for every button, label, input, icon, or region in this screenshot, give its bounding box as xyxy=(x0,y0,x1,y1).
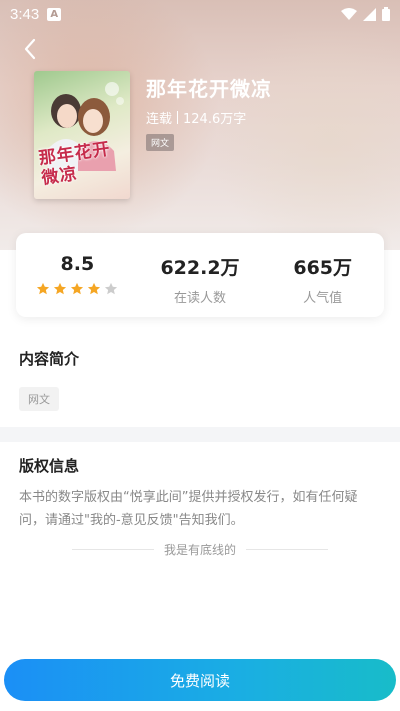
book-title: 那年花开微凉 xyxy=(146,77,272,101)
free-read-button[interactable]: 免费阅读 xyxy=(4,659,396,701)
readers-value: 622.2万 xyxy=(160,257,240,279)
divider-line-right xyxy=(246,549,329,550)
chevron-left-icon xyxy=(24,38,36,60)
divider-line-left xyxy=(72,549,154,550)
star-empty-icon xyxy=(105,282,118,295)
meta-separator xyxy=(177,111,179,124)
star-filled-icon xyxy=(88,282,101,295)
readers-label: 在读人数 xyxy=(174,291,227,306)
battery-icon xyxy=(382,7,390,21)
popularity-value: 665万 xyxy=(293,257,353,279)
rating-value: 8.5 xyxy=(60,253,95,275)
readers-stat: 622.2万 在读人数 xyxy=(139,233,262,317)
copyright-text: 本书的数字版权由“悦享此间”提供并授权发行，如有任何疑问，请通过"我的-意见反馈… xyxy=(19,490,358,528)
back-button[interactable] xyxy=(18,36,42,62)
book-meta: 连载 124.6万字 xyxy=(146,108,246,127)
rating-stat: 8.5 xyxy=(16,233,139,317)
intro-tag[interactable]: 网文 xyxy=(19,387,59,411)
book-word-count: 124.6万字 xyxy=(183,112,247,127)
book-cover[interactable]: 那年花开微凉 xyxy=(34,71,130,199)
copyright-section-title: 版权信息 xyxy=(19,457,80,475)
status-icons xyxy=(341,7,390,21)
section-divider xyxy=(0,427,400,442)
book-status: 连载 xyxy=(146,112,173,127)
stats-card: 8.5 622.2万 在读人数 665万 人气值 xyxy=(16,233,384,317)
end-of-content-text: 我是有底线的 xyxy=(164,543,237,557)
status-time: 3:43 xyxy=(10,5,40,23)
wifi-icon xyxy=(341,7,357,20)
end-of-content: 我是有底线的 xyxy=(72,541,329,558)
star-filled-icon xyxy=(54,282,67,295)
notification-icon: A xyxy=(47,7,62,21)
star-filled-icon xyxy=(37,282,50,295)
intro-section-title: 内容简介 xyxy=(19,350,80,368)
popularity-stat: 665万 人气值 xyxy=(261,233,384,317)
signal-icon xyxy=(363,7,376,21)
star-filled-icon xyxy=(71,282,84,295)
rating-stars xyxy=(36,282,118,296)
status-bar: 3:43 A xyxy=(0,0,400,28)
popularity-label: 人气值 xyxy=(303,291,343,306)
book-category-tag[interactable]: 网文 xyxy=(146,134,175,151)
